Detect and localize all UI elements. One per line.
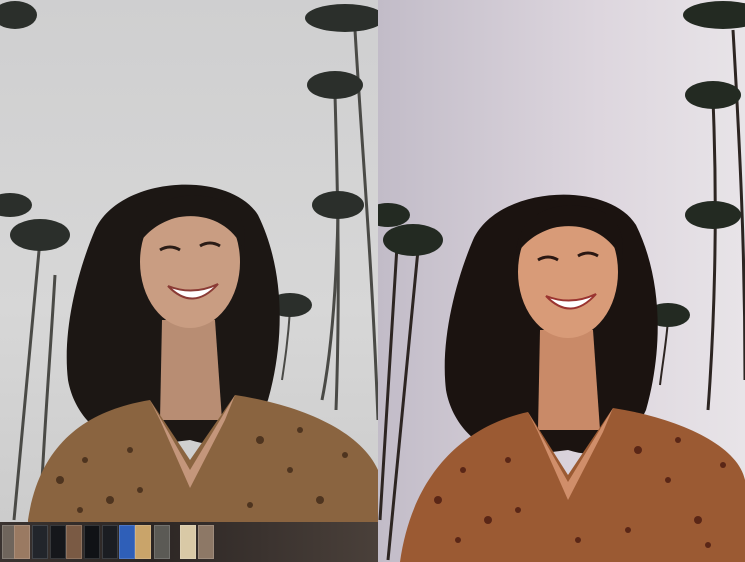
filmstrip-thumb-8[interactable] [119, 525, 135, 559]
filmstrip-thumbnails [0, 522, 378, 562]
filmstrip-thumb-4[interactable] [50, 525, 66, 559]
filmstrip-thumb-12[interactable] [198, 525, 214, 559]
filmstrip-thumb-2[interactable] [14, 525, 30, 559]
before-photo [0, 0, 378, 562]
filmstrip-thumb-9[interactable] [135, 525, 151, 559]
filmstrip-thumb-6[interactable] [84, 525, 100, 559]
before-photo-artwork [0, 1, 378, 522]
after-photo-artwork [378, 1, 745, 562]
filmstrip-thumb-3[interactable] [32, 525, 48, 559]
filmstrip-thumb-11[interactable] [180, 525, 196, 559]
filmstrip-thumb-7[interactable] [102, 525, 118, 559]
filmstrip-thumb-10[interactable] [154, 525, 170, 559]
filmstrip-thumb-5[interactable] [66, 525, 82, 559]
neck [538, 330, 600, 430]
after-photo [378, 0, 745, 562]
before-after-comparison [0, 0, 745, 562]
neck [160, 320, 222, 420]
